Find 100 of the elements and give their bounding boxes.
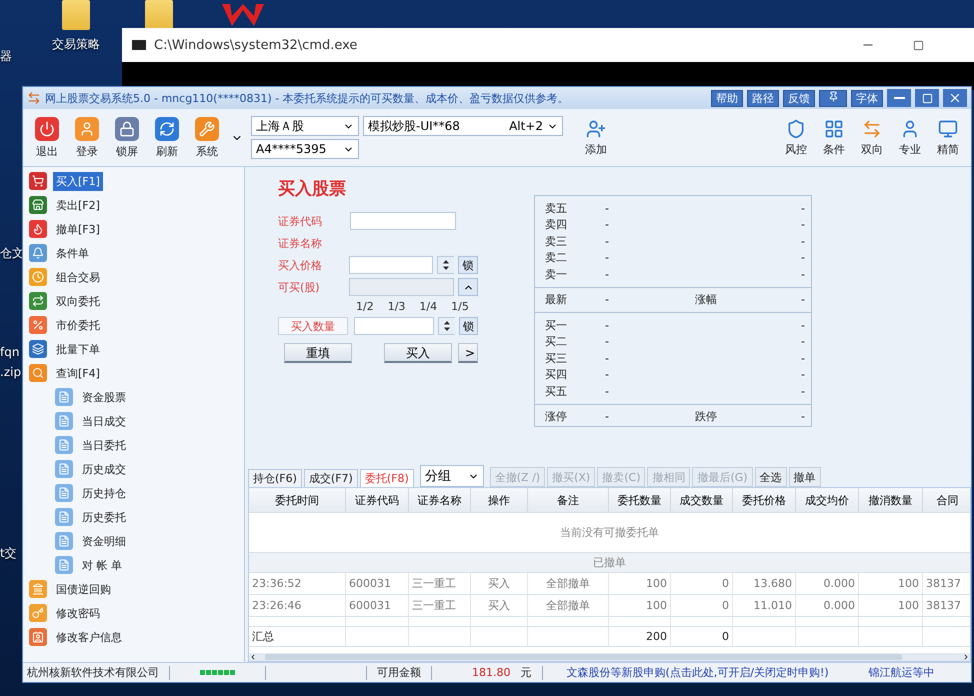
close-icon <box>948 91 962 105</box>
lock-button[interactable]: 锁 <box>459 317 478 335</box>
layers-icon <box>29 340 47 358</box>
document-icon <box>55 508 73 526</box>
toolbar-button[interactable]: 精简 <box>933 118 963 156</box>
pin-button[interactable] <box>819 90 847 106</box>
terminal-icon <box>132 40 146 50</box>
table-cell: 600031 <box>346 573 409 594</box>
sidebar-item[interactable]: 历史成交 <box>79 460 129 478</box>
desktop-icon-label[interactable]: .zip <box>0 365 22 379</box>
column-header[interactable]: 委托价格 <box>733 488 796 512</box>
fraction-link[interactable]: 1/3 <box>388 300 406 313</box>
scroll-right-icon[interactable] <box>962 653 970 661</box>
title-button[interactable]: 帮助 <box>711 90 743 106</box>
sidebar-item[interactable]: 修改密码 <box>53 604 103 622</box>
toolbar-button[interactable]: 风控 <box>781 118 811 156</box>
toolbar-button[interactable]: 专业 <box>895 118 925 156</box>
action-button[interactable]: 全选 <box>754 467 787 487</box>
holder-select[interactable]: A4****5395 <box>251 139 359 159</box>
sidebar-item[interactable]: 撤单[F3] <box>53 220 103 238</box>
logo-icon[interactable] <box>220 2 266 28</box>
input-field[interactable] <box>354 317 434 335</box>
sidebar-item[interactable]: 买入[F1] <box>53 172 103 190</box>
bank-icon <box>29 580 47 598</box>
add-button[interactable]: 添加 <box>581 118 611 156</box>
action-button[interactable]: 撤单 <box>788 467 821 487</box>
column-header[interactable]: 证券名称 <box>409 488 471 512</box>
sidebar-item[interactable]: 国债逆回购 <box>53 580 114 598</box>
title-button[interactable]: 字体 <box>851 90 883 106</box>
column-header[interactable]: 撤消数量 <box>859 488 923 512</box>
column-header[interactable]: 操作 <box>471 488 528 512</box>
maximize-button[interactable] <box>915 89 939 107</box>
expand-button[interactable] <box>458 278 478 296</box>
column-header[interactable]: 成交均价 <box>796 488 859 512</box>
minimize-icon <box>894 97 904 99</box>
column-header[interactable]: 委托数量 <box>609 488 671 512</box>
sidebar-item[interactable]: 当日委托 <box>79 436 129 454</box>
document-icon <box>55 556 73 574</box>
sidebar-item[interactable]: 查询[F4] <box>53 364 103 382</box>
ipo-notice-link[interactable]: 文森股份等新股申购(点击此处,可开启/关闭定时申购!) <box>566 665 829 680</box>
form-button[interactable]: 买入 <box>384 343 452 363</box>
toolbar-button[interactable]: 双向 <box>857 118 887 156</box>
toolbar-button[interactable]: 锁屏 <box>111 116 143 158</box>
desktop-icon-label[interactable]: 仓文 <box>0 245 24 262</box>
table-cell: 600031 <box>346 595 409 616</box>
lock-button[interactable]: 锁 <box>458 256 478 274</box>
close-button[interactable] <box>943 89 967 107</box>
sidebar-item[interactable]: 批量下单 <box>53 340 103 358</box>
sidebar-item[interactable]: 资金股票 <box>79 388 129 406</box>
sidebar-item[interactable]: 当日成交 <box>79 412 129 430</box>
form-button[interactable]: > <box>458 343 478 363</box>
spinner-icon[interactable] <box>438 317 456 335</box>
sidebar-item[interactable]: 卖出[F2] <box>53 196 103 214</box>
toolbar-button[interactable]: 刷新 <box>151 116 183 158</box>
sidebar-item[interactable]: 双向委托 <box>53 292 103 310</box>
sidebar-item[interactable]: 修改客户信息 <box>53 628 125 646</box>
quote-value: - <box>605 234 610 248</box>
column-header[interactable]: 委托时间 <box>249 488 346 512</box>
fraction-link[interactable]: 1/5 <box>451 300 469 313</box>
scrollbar-thumb[interactable] <box>265 654 902 660</box>
desktop-icon-label[interactable]: 交易策略 <box>52 36 100 53</box>
column-header[interactable]: 合同 <box>923 488 970 512</box>
scroll-left-icon[interactable] <box>249 653 257 661</box>
form-button[interactable]: 重填 <box>284 343 352 363</box>
sidebar-item[interactable]: 资金明细 <box>79 532 129 550</box>
toolbar-button[interactable]: 退出 <box>31 116 63 158</box>
market-select[interactable]: 上海Ａ股 <box>251 116 359 136</box>
column-header[interactable]: 成交数量 <box>671 488 733 512</box>
column-header[interactable]: 证券代码 <box>346 488 409 512</box>
maximize-icon[interactable] <box>913 40 924 50</box>
title-button[interactable]: 路径 <box>747 90 779 106</box>
sidebar-item[interactable]: 市价委托 <box>53 316 103 334</box>
column-header[interactable]: 备注 <box>528 488 609 512</box>
fraction-link[interactable]: 1/2 <box>356 300 374 313</box>
input-field[interactable] <box>350 212 456 230</box>
title-button[interactable]: 反馈 <box>783 90 815 106</box>
quote-label: 买一 <box>545 318 568 333</box>
tab[interactable]: 成交(F7) <box>304 469 358 487</box>
toolbar-button[interactable]: 登录 <box>71 116 103 158</box>
desktop-icon-label[interactable]: fqn <box>0 345 20 359</box>
toolbar-button[interactable]: 条件 <box>819 118 849 156</box>
fraction-link[interactable]: 1/4 <box>419 300 438 313</box>
desktop-icon-label[interactable]: t交 <box>0 545 17 562</box>
sidebar-item[interactable]: 历史委托 <box>79 508 129 526</box>
desktop-icon-label[interactable]: 器 <box>0 48 12 65</box>
table-cell: 汇总 <box>249 627 346 646</box>
toolbar-button[interactable]: 系统 <box>191 116 223 158</box>
account-select[interactable]: 模拟炒股-UI**68 Alt+2 <box>363 116 563 136</box>
ipo-notice-link[interactable]: 锦江航运等中 <box>868 665 935 680</box>
sidebar-item[interactable]: 组合交易 <box>53 268 103 286</box>
tab[interactable]: 持仓(F6) <box>248 469 302 487</box>
swap-icon <box>862 118 882 138</box>
minimize-button[interactable] <box>887 89 911 107</box>
input-field[interactable] <box>348 256 433 274</box>
sidebar-item[interactable]: 历史持仓 <box>79 484 129 502</box>
group-select[interactable]: 分组 <box>420 465 484 487</box>
sidebar-item[interactable]: 对 帐 单 <box>79 556 125 574</box>
sidebar-item[interactable]: 条件单 <box>53 244 92 262</box>
tab[interactable]: 委托(F8) <box>360 469 414 487</box>
spinner-icon[interactable] <box>436 256 454 274</box>
